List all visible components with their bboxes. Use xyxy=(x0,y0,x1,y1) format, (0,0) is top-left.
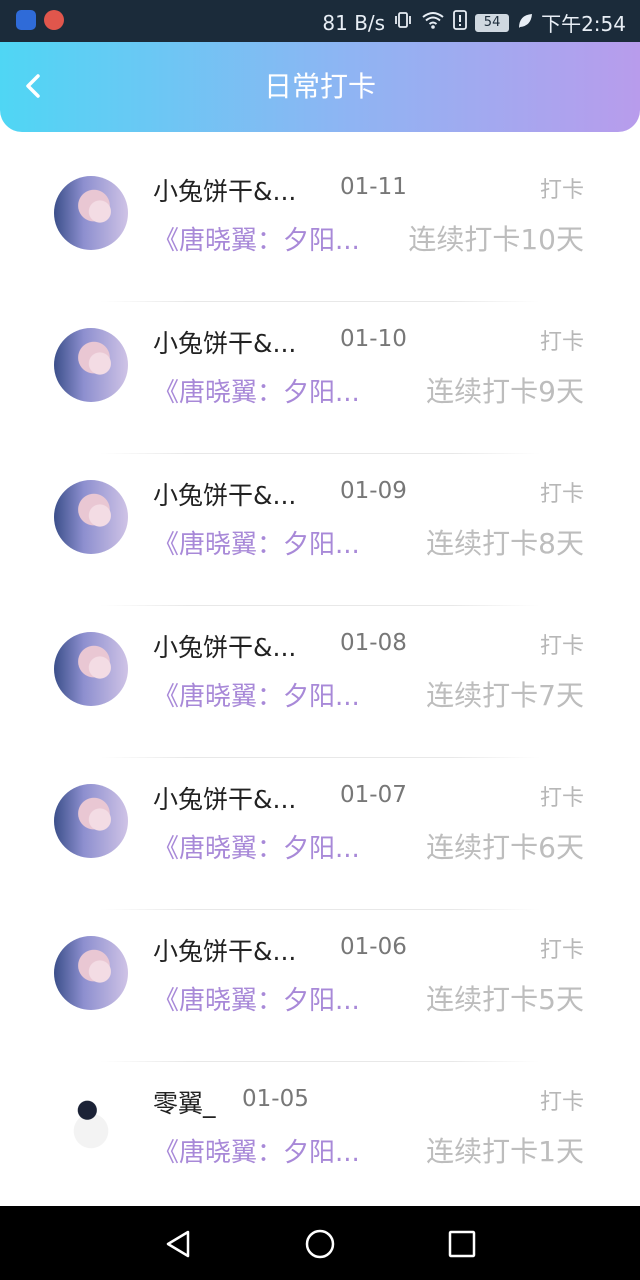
streak-text: 连续打卡8天 xyxy=(426,527,584,560)
avatar[interactable] xyxy=(54,176,128,250)
checkin-date: 01-05 xyxy=(242,1086,309,1112)
network-speed: 81 B/s xyxy=(322,10,386,35)
list-item[interactable]: 小兔饼干&... 01-11 打卡 《唐晓翼：夕阳... 连续打卡10天 xyxy=(0,150,640,302)
book-title: 《唐晓翼：夕阳... xyxy=(153,226,360,256)
leaf-icon xyxy=(517,11,533,35)
book-title: 《唐晓翼：夕阳... xyxy=(153,378,360,408)
streak-text: 连续打卡7天 xyxy=(426,679,584,712)
avatar[interactable] xyxy=(54,784,128,858)
home-circle-icon[interactable] xyxy=(304,1228,336,1260)
checkin-date: 01-10 xyxy=(340,326,407,352)
header-bar: 日常打卡 xyxy=(0,42,640,132)
baidu-app-icon xyxy=(16,10,36,30)
list-item[interactable]: 小兔饼干&... 01-09 打卡 《唐晓翼：夕阳... 连续打卡8天 xyxy=(0,454,640,606)
list-item[interactable]: 小兔饼干&... 01-07 打卡 《唐晓翼：夕阳... 连续打卡6天 xyxy=(0,758,640,910)
checkin-label: 打卡 xyxy=(539,1090,584,1115)
checkin-date: 01-08 xyxy=(340,630,407,656)
username: 零翼_ xyxy=(153,1089,216,1118)
clock: 下午2:54 xyxy=(541,12,626,36)
username: 小兔饼干&... xyxy=(153,937,297,966)
back-button[interactable] xyxy=(14,66,54,106)
checkin-label: 打卡 xyxy=(539,330,584,355)
checkin-label: 打卡 xyxy=(539,786,584,811)
list-item[interactable]: 小兔饼干&... 01-10 打卡 《唐晓翼：夕阳... 连续打卡9天 xyxy=(0,302,640,454)
checkin-list: 小兔饼干&... 01-11 打卡 《唐晓翼：夕阳... 连续打卡10天 小兔饼… xyxy=(0,150,640,1214)
list-item[interactable]: 零翼_ 01-05 打卡 《唐晓翼：夕阳... 连续打卡1天 xyxy=(0,1062,640,1214)
recents-square-icon[interactable] xyxy=(446,1228,478,1260)
checkin-date: 01-09 xyxy=(340,478,407,504)
checkin-label: 打卡 xyxy=(539,482,584,507)
streak-text: 连续打卡1天 xyxy=(426,1135,584,1168)
checkin-date: 01-07 xyxy=(340,782,407,808)
book-title: 《唐晓翼：夕阳... xyxy=(153,530,360,560)
app-notification-icon xyxy=(44,10,64,30)
status-right: 81 B/s 54 下午2:54 xyxy=(322,8,626,37)
list-item[interactable]: 小兔饼干&... 01-08 打卡 《唐晓翼：夕阳... 连续打卡7天 xyxy=(0,606,640,758)
username: 小兔饼干&... xyxy=(153,785,297,814)
vibrate-icon xyxy=(393,10,413,35)
battery-icon: 54 xyxy=(475,13,510,32)
streak-text: 连续打卡10天 xyxy=(408,223,584,256)
checkin-date: 01-06 xyxy=(340,934,407,960)
checkin-label: 打卡 xyxy=(539,178,584,203)
notification-icons xyxy=(16,10,64,30)
page-title: 日常打卡 xyxy=(263,70,376,103)
book-title: 《唐晓翼：夕阳... xyxy=(153,986,360,1016)
chevron-left-icon xyxy=(26,74,40,98)
avatar[interactable] xyxy=(54,632,128,706)
navigation-bar xyxy=(0,1206,640,1280)
streak-text: 连续打卡5天 xyxy=(426,983,584,1016)
avatar[interactable] xyxy=(54,328,128,402)
username: 小兔饼干&... xyxy=(153,177,297,206)
book-title: 《唐晓翼：夕阳... xyxy=(153,682,360,712)
checkin-label: 打卡 xyxy=(539,938,584,963)
wifi-icon xyxy=(421,10,445,35)
book-title: 《唐晓翼：夕阳... xyxy=(153,834,360,864)
checkin-date: 01-11 xyxy=(340,174,407,200)
status-bar: 81 B/s 54 下午2:54 xyxy=(0,0,640,42)
back-triangle-icon[interactable] xyxy=(162,1228,194,1260)
username: 小兔饼干&... xyxy=(153,329,297,358)
username: 小兔饼干&... xyxy=(153,481,297,510)
username: 小兔饼干&... xyxy=(153,633,297,662)
avatar[interactable] xyxy=(54,480,128,554)
avatar[interactable] xyxy=(54,936,128,1010)
streak-text: 连续打卡9天 xyxy=(426,375,584,408)
avatar[interactable] xyxy=(54,1088,128,1162)
checkin-label: 打卡 xyxy=(539,634,584,659)
alert-icon xyxy=(453,10,467,35)
book-title: 《唐晓翼：夕阳... xyxy=(153,1138,360,1168)
list-item[interactable]: 小兔饼干&... 01-06 打卡 《唐晓翼：夕阳... 连续打卡5天 xyxy=(0,910,640,1062)
streak-text: 连续打卡6天 xyxy=(426,831,584,864)
